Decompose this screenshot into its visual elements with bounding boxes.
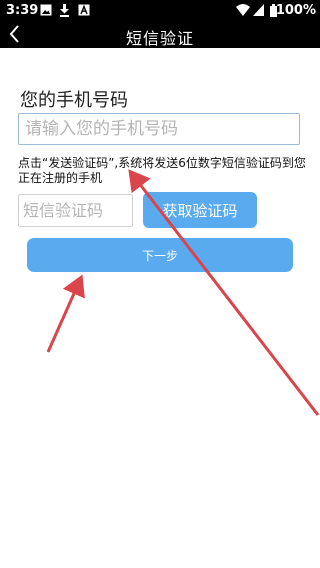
- a-icon: [78, 4, 90, 16]
- phone-input[interactable]: [18, 113, 300, 145]
- sms-hint-text: 点击“发送验证码”,系统将发送6位数字短信验证码到您正在注册的手机: [18, 156, 306, 185]
- annotation-arrow-next: [46, 274, 85, 353]
- status-bar: 3:39 100%: [0, 0, 320, 22]
- sms-code-input[interactable]: [18, 194, 133, 227]
- page-title: 短信验证: [125, 29, 194, 48]
- image-icon: [40, 4, 52, 16]
- status-time: 3:39: [6, 3, 39, 18]
- next-step-button[interactable]: 下一步: [27, 238, 293, 272]
- header-bar: 短信验证: [0, 22, 320, 48]
- get-code-button[interactable]: 获取验证码: [143, 192, 257, 228]
- wifi-icon: [236, 4, 250, 16]
- signal-icon: [253, 4, 264, 16]
- phone-label: 您的手机号码: [20, 90, 128, 111]
- battery-percent: 100%: [275, 3, 316, 18]
- download-icon: [60, 4, 69, 17]
